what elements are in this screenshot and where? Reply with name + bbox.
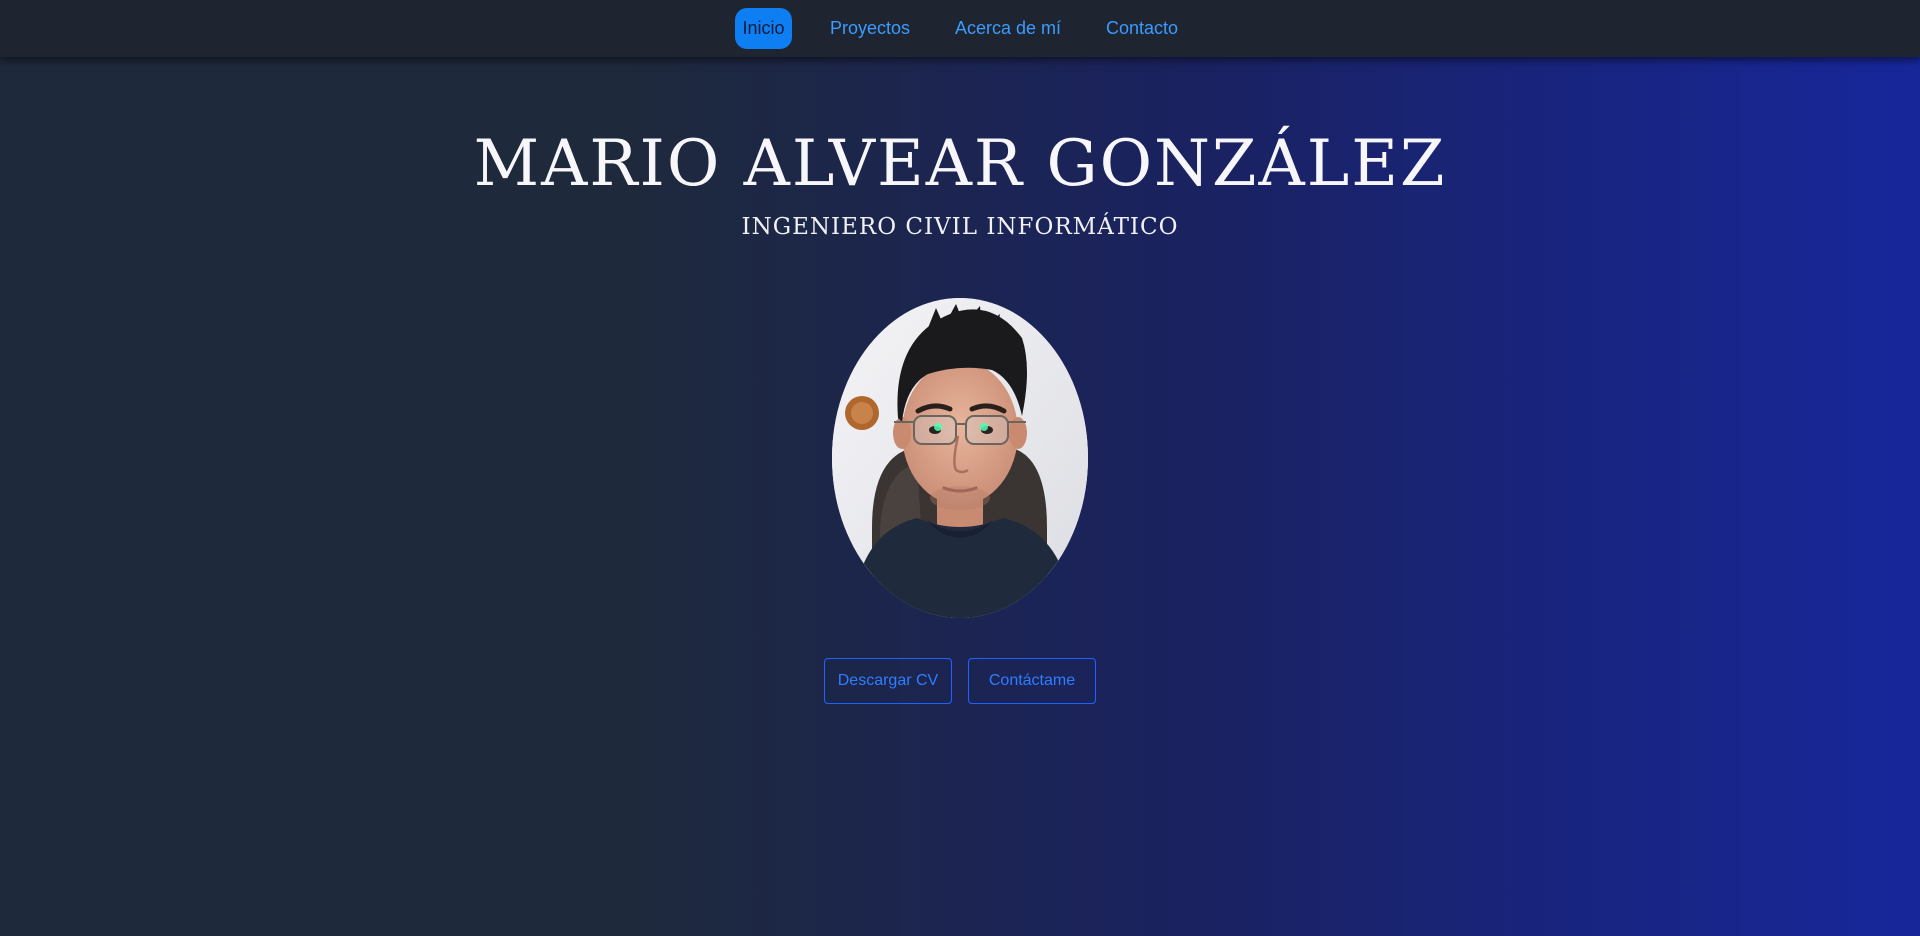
- hero-profession: INGENIERO CIVIL INFORMÁTICO: [741, 214, 1179, 240]
- nav-link-contacto[interactable]: Contacto: [1103, 8, 1181, 49]
- nav-list: Inicio Proyectos Acerca de mí Contacto: [0, 0, 1920, 57]
- nav-link-inicio[interactable]: Inicio: [735, 8, 792, 49]
- contact-me-button[interactable]: Contáctame: [968, 658, 1096, 704]
- nav-link-proyectos[interactable]: Proyectos: [827, 8, 913, 49]
- top-navbar: Inicio Proyectos Acerca de mí Contacto: [0, 0, 1920, 57]
- portrait-illustration: [832, 298, 1088, 618]
- profile-photo: [832, 298, 1088, 618]
- nav-link-acerca-de-mi[interactable]: Acerca de mí: [950, 8, 1066, 49]
- hero-name: MARIO ALVEAR GONZÁLEZ: [473, 127, 1447, 201]
- download-cv-button[interactable]: Descargar CV: [824, 658, 952, 704]
